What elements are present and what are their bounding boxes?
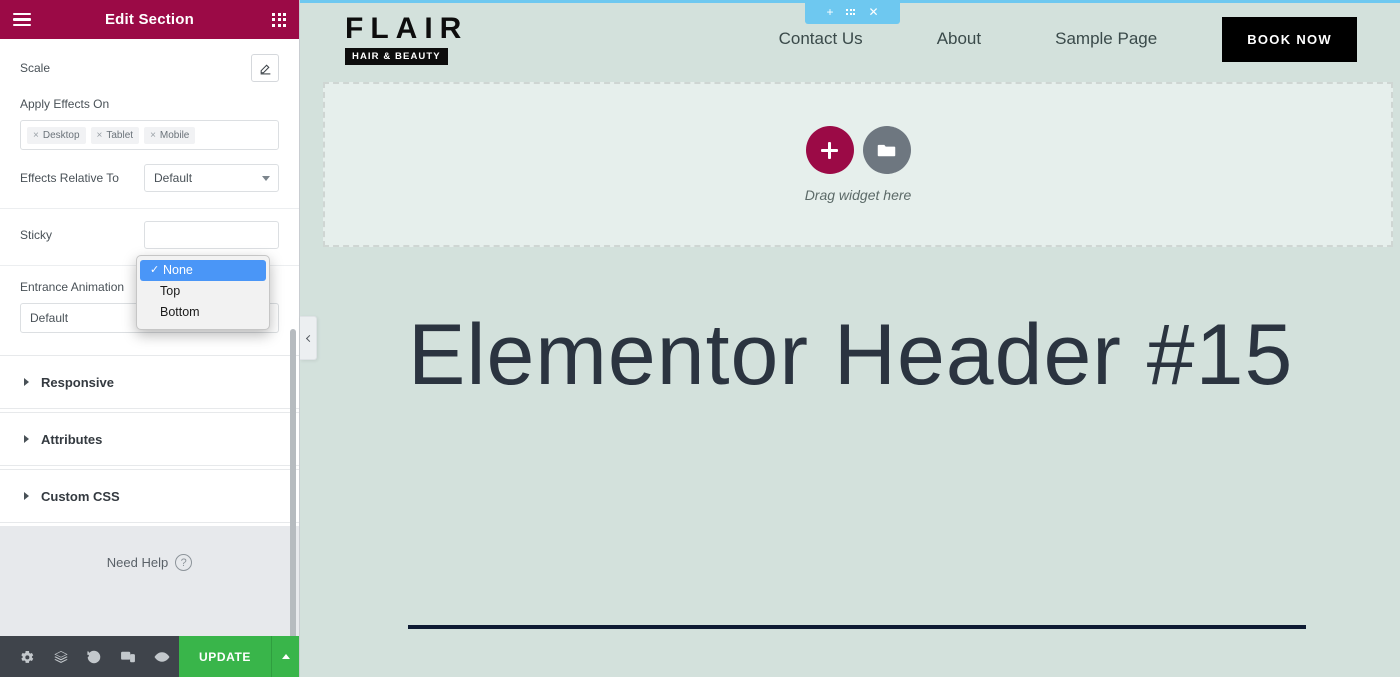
grid-icon[interactable] [272,12,286,27]
dropzone-actions [805,126,911,174]
checkmark-icon: ✓ [150,264,160,276]
panel-scrollbar[interactable] [290,329,296,636]
effects-relative-to-select[interactable]: Default [144,164,279,192]
layers-navigator-icon[interactable] [44,636,78,677]
entrance-animation-value: Default [30,311,69,325]
accordion-label: Attributes [41,431,103,447]
effects-relative-to-row: Effects Relative To Default [0,150,299,192]
accordion-custom-css[interactable]: Custom CSS [0,469,299,523]
tag-label: Tablet [106,129,134,141]
scale-control-row: Scale [0,47,299,89]
panel-accordion-list: Responsive Attributes Custom CSS [0,355,299,523]
need-help-link[interactable]: Need Help ? [0,526,299,571]
panel-footer-toolbar: UPDATE [0,636,299,677]
accordion-responsive[interactable]: Responsive [0,355,299,409]
book-now-button[interactable]: BOOK NOW [1222,16,1357,62]
effects-relative-to-label: Effects Relative To [20,171,119,185]
tag-tablet[interactable]: × Tablet [90,126,140,144]
option-label: Bottom [160,305,200,319]
option-label: Top [160,284,181,298]
effects-relative-to-value: Default [154,171,193,185]
nav-item-contact-us[interactable]: Contact Us [742,29,900,49]
chevron-right-icon [24,378,29,386]
sticky-option-none[interactable]: ✓ None [140,260,266,281]
tag-mobile[interactable]: × Mobile [144,126,196,144]
preview-eye-icon[interactable] [145,636,179,677]
logo-wordmark: FLAIR [345,11,469,45]
site-logo[interactable]: FLAIR HAIR & BEAUTY [345,11,469,65]
option-label: None [163,263,193,277]
update-button-group: UPDATE [179,636,299,677]
scale-label: Scale [20,61,51,75]
hero-section: Elementor Header #15 [300,300,1400,629]
settings-gear-icon[interactable] [10,636,44,677]
hero-heading: Elementor Header #15 [408,307,1294,403]
accordion-label: Responsive [41,374,114,390]
plus-icon[interactable]: + [826,5,833,19]
panel-scroll-area: Scale Apply Effects On × Desktop × Table… [0,39,299,636]
chevron-right-icon [24,435,29,443]
section-edit-toolbar: + ✕ [805,0,900,24]
responsive-mode-icon[interactable] [111,636,145,677]
drag-handle-icon[interactable] [846,9,856,15]
sticky-dropdown-popup[interactable]: ✓ None Top Bottom [136,255,270,330]
tag-label: Desktop [42,129,80,141]
panel-title: Edit Section [104,11,195,28]
apply-effects-tags-input[interactable]: × Desktop × Tablet × Mobile [20,120,279,150]
tag-remove-icon[interactable]: × [150,130,156,141]
close-x-icon[interactable]: ✕ [868,5,878,19]
tag-label: Mobile [159,129,190,141]
sticky-select[interactable]: None [144,221,279,249]
hamburger-icon[interactable] [13,12,31,27]
accordion-attributes[interactable]: Attributes [0,412,299,466]
logo-tagline: HAIR & BEAUTY [345,47,448,65]
history-revisions-icon[interactable] [78,636,112,677]
tag-remove-icon[interactable]: × [33,130,39,141]
elementor-left-panel: Edit Section Scale Apply Effects On × De… [0,0,300,677]
panel-body: Scale Apply Effects On × Desktop × Table… [0,39,299,636]
chevron-right-icon [24,492,29,500]
template-folder-icon[interactable] [862,126,911,174]
sticky-option-top[interactable]: Top [137,281,269,302]
nav-item-sample-page[interactable]: Sample Page [1018,29,1194,49]
elementor-editor-screen: Edit Section Scale Apply Effects On × De… [0,0,1400,677]
chevron-left-icon [305,334,313,342]
panel-collapse-handle[interactable] [300,316,317,360]
chevron-down-icon [262,176,270,181]
widget-dropzone[interactable]: Drag widget here [323,82,1393,247]
accordion-label: Custom CSS [41,488,120,504]
question-circle-icon[interactable]: ? [175,554,193,571]
apply-effects-on-label: Apply Effects On [20,97,110,111]
tag-desktop[interactable]: × Desktop [27,126,86,144]
hero-divider-rule [408,625,1306,629]
tag-remove-icon[interactable]: × [97,130,103,141]
dropzone-label: Drag widget here [804,187,912,203]
apply-effects-on-field: Apply Effects On × Desktop × Tablet × Mo [0,89,299,150]
panel-help-area: Need Help ? [0,526,299,636]
panel-header: Edit Section [0,0,299,39]
preview-canvas: FLAIR HAIR & BEAUTY Contact Us About Sam… [300,0,1400,677]
nav-item-about[interactable]: About [900,29,1018,49]
add-widget-icon[interactable] [805,126,854,174]
pencil-icon[interactable] [251,54,279,82]
sticky-option-bottom[interactable]: Bottom [137,302,269,323]
sticky-label: Sticky [20,228,53,242]
chevron-up-icon[interactable] [271,636,299,677]
sticky-row: Sticky None [0,209,299,249]
update-button[interactable]: UPDATE [179,636,271,677]
need-help-label: Need Help [106,555,169,570]
